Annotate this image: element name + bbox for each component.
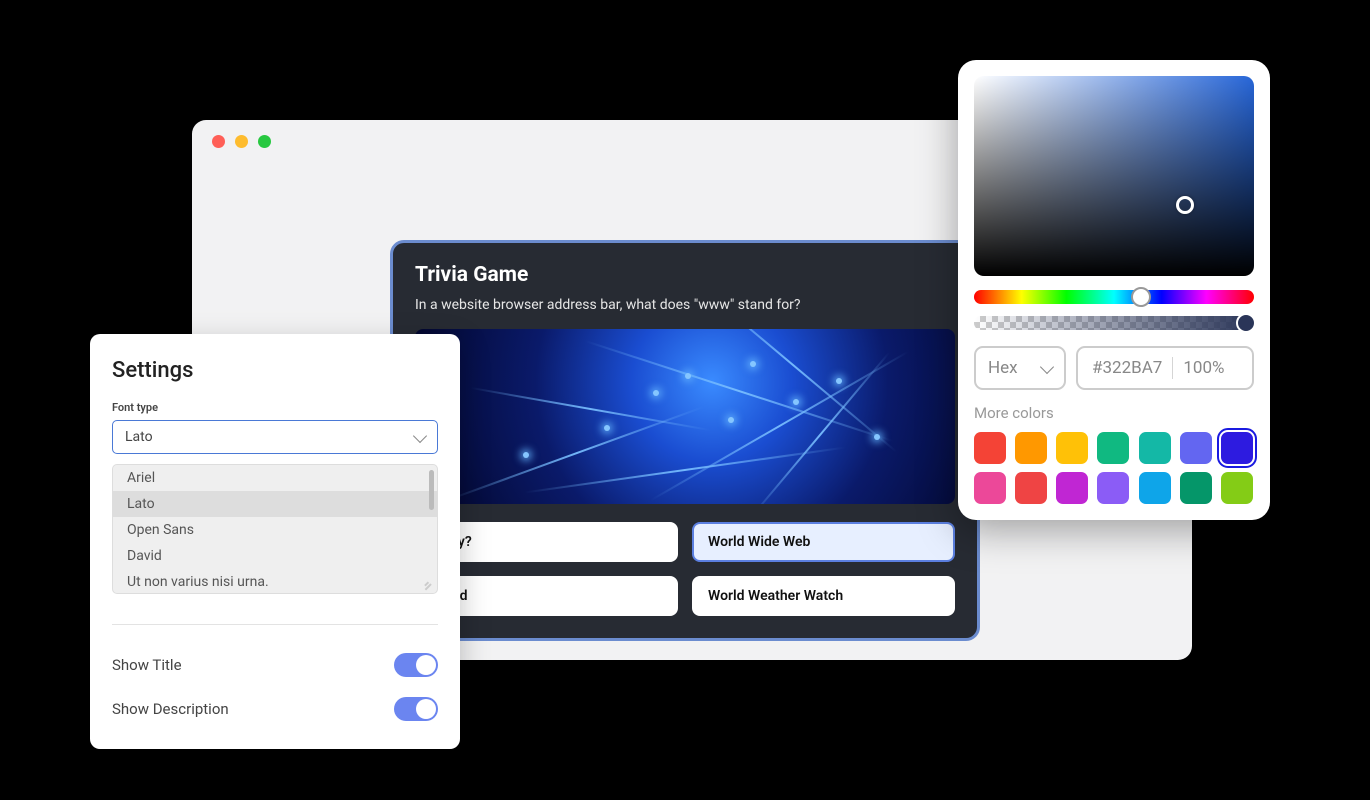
divider — [112, 624, 438, 625]
color-swatch-9[interactable] — [1056, 472, 1088, 504]
font-dropdown-footer: Ut non varius nisi urna. — [113, 569, 437, 594]
hue-slider-knob[interactable] — [1131, 287, 1151, 307]
trivia-answer-1[interactable]: World Wide Web — [692, 522, 955, 562]
color-format-row: Hex #322BA7 100% — [974, 346, 1254, 390]
font-type-select[interactable]: Lato — [112, 420, 438, 454]
color-swatch-5[interactable] — [1180, 432, 1212, 464]
divider — [1172, 357, 1173, 379]
color-swatch-3[interactable] — [1097, 432, 1129, 464]
resize-handle-icon[interactable] — [421, 578, 431, 588]
font-dropdown-list: Ariel Lato Open Sans David Ut non varius… — [112, 464, 438, 594]
dropdown-scrollbar[interactable] — [429, 470, 434, 510]
color-swatch-0[interactable] — [974, 432, 1006, 464]
settings-title: Settings — [112, 358, 438, 383]
trivia-card: Trivia Game In a website browser address… — [390, 240, 980, 641]
window-maximize-icon[interactable] — [258, 135, 271, 148]
hue-slider[interactable] — [974, 290, 1254, 304]
color-swatch-4[interactable] — [1139, 432, 1171, 464]
chevron-down-icon — [413, 428, 427, 442]
chevron-down-icon — [1040, 359, 1054, 373]
font-option-david[interactable]: David — [113, 543, 437, 569]
color-swatch-2[interactable] — [1056, 432, 1088, 464]
trivia-title: Trivia Game — [415, 263, 955, 287]
color-opacity-value: 100% — [1183, 358, 1224, 378]
font-option-ariel[interactable]: Ariel — [113, 465, 437, 491]
alpha-slider[interactable] — [974, 316, 1254, 330]
toggle-knob — [416, 655, 436, 675]
color-picker-panel: Hex #322BA7 100% More colors — [958, 60, 1270, 520]
window-close-icon[interactable] — [212, 135, 225, 148]
color-hex-value: #322BA7 — [1092, 358, 1162, 378]
sv-cursor-icon[interactable] — [1176, 196, 1194, 214]
show-description-toggle[interactable] — [394, 697, 438, 721]
color-format-select[interactable]: Hex — [974, 346, 1066, 390]
color-swatch-8[interactable] — [1015, 472, 1047, 504]
font-option-open-sans[interactable]: Open Sans — [113, 517, 437, 543]
alpha-slider-knob[interactable] — [1236, 313, 1256, 333]
trivia-answers: , Why? World Wide Web World World Weathe… — [415, 522, 955, 616]
show-title-row: Show Title — [112, 643, 438, 687]
font-type-label: Font type — [112, 401, 438, 414]
font-option-lato[interactable]: Lato — [113, 491, 437, 517]
color-swatch-11[interactable] — [1139, 472, 1171, 504]
color-swatch-1[interactable] — [1015, 432, 1047, 464]
show-description-label: Show Description — [112, 700, 229, 718]
color-swatch-7[interactable] — [974, 472, 1006, 504]
color-value-input[interactable]: #322BA7 100% — [1076, 346, 1254, 390]
show-title-label: Show Title — [112, 656, 182, 674]
trivia-answer-3[interactable]: World Weather Watch — [692, 576, 955, 616]
color-swatches — [974, 432, 1254, 504]
font-type-selected-value: Lato — [125, 429, 153, 445]
color-swatch-12[interactable] — [1180, 472, 1212, 504]
color-swatch-13[interactable] — [1221, 472, 1253, 504]
show-title-toggle[interactable] — [394, 653, 438, 677]
toggle-knob — [416, 699, 436, 719]
window-minimize-icon[interactable] — [235, 135, 248, 148]
color-swatch-10[interactable] — [1097, 472, 1129, 504]
trivia-question: In a website browser address bar, what d… — [415, 297, 955, 313]
show-description-row: Show Description — [112, 687, 438, 731]
more-colors-label: More colors — [974, 404, 1254, 422]
trivia-hero-image — [415, 329, 955, 504]
color-format-label: Hex — [988, 358, 1018, 378]
color-saturation-canvas[interactable] — [974, 76, 1254, 276]
settings-panel: Settings Font type Lato Ariel Lato Open … — [90, 334, 460, 749]
color-swatch-6[interactable] — [1221, 432, 1253, 464]
